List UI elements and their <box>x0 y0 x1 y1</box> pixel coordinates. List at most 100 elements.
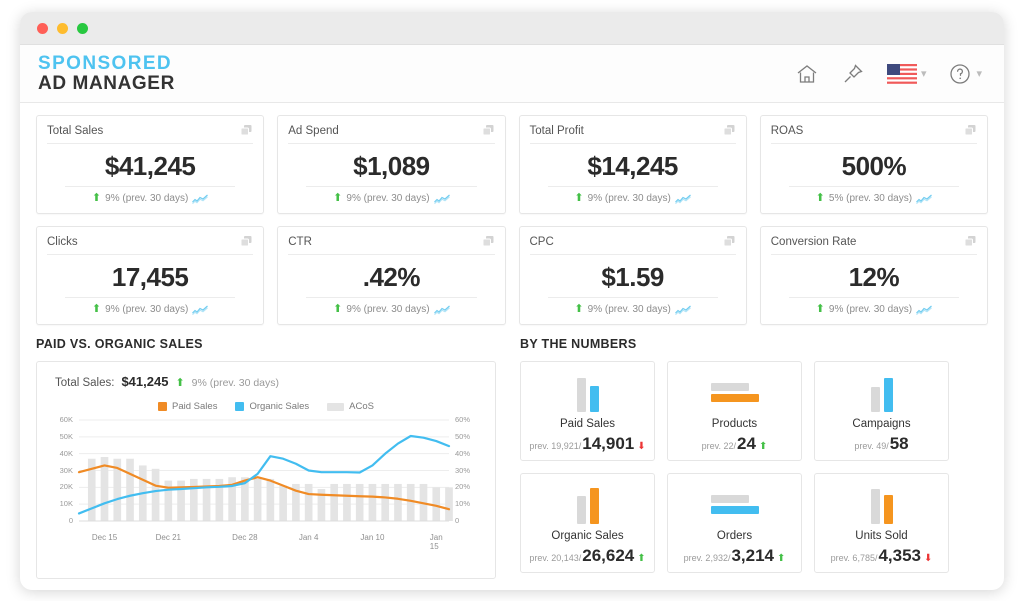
kpi-title: CPC <box>530 236 554 248</box>
trend-up-icon: ⬆ <box>574 304 583 315</box>
y-axis-tick-left: 50K <box>47 432 73 441</box>
copy-icon[interactable] <box>964 124 977 137</box>
flag-icon <box>887 64 917 84</box>
kpi-card[interactable]: ROAS500%⬆5% (prev. 30 days) <box>760 115 988 214</box>
metric-tile[interactable]: Productsprev. 22/24⬆ <box>667 361 802 461</box>
metric-tile[interactable]: Paid Salesprev. 19,921/14,901⬇ <box>520 361 655 461</box>
kpi-value: $1.59 <box>530 255 736 297</box>
acos-bar <box>394 484 402 521</box>
legend-label: Organic Sales <box>249 401 309 412</box>
legend-item[interactable]: Organic Sales <box>235 401 309 412</box>
chevron-down-icon: ▾ <box>976 67 982 80</box>
copy-icon[interactable] <box>723 124 736 137</box>
chart-legend: Paid Sales Organic Sales ACoS <box>47 401 485 412</box>
acos-bar <box>190 479 198 521</box>
metric-tile[interactable]: Organic Salesprev. 20,143/26,624⬆ <box>520 473 655 573</box>
tile-previous-value: prev. 6,785/ <box>831 553 878 563</box>
kpi-card[interactable]: Conversion Rate12%⬆9% (prev. 30 days) <box>760 226 988 325</box>
x-axis-tick: Dec 28 <box>232 533 257 542</box>
metric-tile[interactable]: Units Soldprev. 6,785/4,353⬇ <box>814 473 949 573</box>
kpi-card[interactable]: Total Sales$41,245⬆9% (prev. 30 days) <box>36 115 264 214</box>
chart-x-axis: Dec 15Dec 21Dec 28Jan 4Jan 10Jan 15 <box>79 533 449 545</box>
tile-bar <box>590 386 599 412</box>
x-axis-tick: Dec 15 <box>92 533 117 542</box>
kpi-change: 9% (prev. 30 days) <box>588 193 671 204</box>
kpi-value: 17,455 <box>47 255 253 297</box>
y-axis-tick-left: 0 <box>47 516 73 525</box>
help-button[interactable]: ▾ <box>948 62 982 86</box>
acos-bar <box>279 486 287 521</box>
kpi-card-footer: ⬆9% (prev. 30 days) <box>306 186 476 204</box>
kpi-title: Ad Spend <box>288 125 339 137</box>
dashboard-content: Total Sales$41,245⬆9% (prev. 30 days)Ad … <box>20 103 1004 579</box>
kpi-card-footer: ⬆5% (prev. 30 days) <box>789 186 959 204</box>
y-axis-tick-right: 0 <box>455 516 481 525</box>
kpi-value: 12% <box>771 255 977 297</box>
series-line <box>79 436 449 513</box>
legend-item[interactable]: ACoS <box>327 401 374 412</box>
tile-bar <box>577 378 586 412</box>
copy-icon[interactable] <box>964 235 977 248</box>
trend-up-icon: ⬆ <box>777 553 785 564</box>
numbers-section-heading: BY THE NUMBERS <box>520 337 988 351</box>
tile-values: prev. 20,143/26,624⬆ <box>529 546 645 566</box>
y-axis-tick-right: 20% <box>455 482 481 491</box>
copy-icon[interactable] <box>240 235 253 248</box>
tile-label: Campaigns <box>852 418 910 430</box>
home-button[interactable] <box>795 62 819 86</box>
kpi-card-header: Total Profit <box>530 124 736 144</box>
sales-chart-card: Total Sales: $41,245 ⬆ 9% (prev. 30 days… <box>36 361 496 579</box>
sparkline-icon <box>434 194 450 204</box>
home-icon <box>795 62 819 86</box>
kpi-card[interactable]: CTR.42%⬆9% (prev. 30 days) <box>277 226 505 325</box>
tile-bar <box>711 495 749 503</box>
language-selector[interactable]: ▾ <box>887 64 927 84</box>
kpi-card-header: CTR <box>288 235 494 255</box>
kpi-card-footer: ⬆9% (prev. 30 days) <box>306 297 476 315</box>
copy-icon[interactable] <box>482 235 495 248</box>
legend-item[interactable]: Paid Sales <box>158 401 217 412</box>
metric-tile[interactable]: Campaignsprev. 49/58 <box>814 361 949 461</box>
kpi-change: 9% (prev. 30 days) <box>588 304 671 315</box>
kpi-card[interactable]: Ad Spend$1,089⬆9% (prev. 30 days) <box>277 115 505 214</box>
kpi-card[interactable]: Clicks17,455⬆9% (prev. 30 days) <box>36 226 264 325</box>
kpi-card-footer: ⬆9% (prev. 30 days) <box>65 186 235 204</box>
logo-line-top: SPONSORED <box>38 54 175 74</box>
y-axis-tick-right: 40% <box>455 449 481 458</box>
y-axis-tick-left: 30K <box>47 466 73 475</box>
kpi-card-header: Conversion Rate <box>771 235 977 255</box>
window-close-button[interactable] <box>37 23 48 34</box>
tile-bar <box>711 394 759 402</box>
metric-tile[interactable]: Ordersprev. 2,932/3,214⬆ <box>667 473 802 573</box>
legend-swatch <box>327 403 344 411</box>
tile-previous-value: prev. 2,932/ <box>684 553 731 563</box>
pin-button[interactable] <box>841 62 865 86</box>
kpi-card-footer: ⬆9% (prev. 30 days) <box>789 297 959 315</box>
tile-bar <box>711 506 759 514</box>
sparkline-icon <box>916 305 932 315</box>
y-axis-tick-right: 50% <box>455 432 481 441</box>
y-axis-tick-left: 60K <box>47 415 73 424</box>
copy-icon[interactable] <box>240 124 253 137</box>
copy-icon[interactable] <box>723 235 736 248</box>
acos-bar <box>267 479 275 521</box>
kpi-title: Total Sales <box>47 125 103 137</box>
window-minimize-button[interactable] <box>57 23 68 34</box>
acos-bar <box>343 484 351 521</box>
kpi-value: .42% <box>288 255 494 297</box>
y-axis-tick-right: 30% <box>455 466 481 475</box>
kpi-card[interactable]: CPC $1.59 ⬆ 9% (prev. 30 days) <box>519 226 747 325</box>
acos-bar <box>305 484 313 521</box>
sparkline-icon <box>192 305 208 315</box>
copy-icon[interactable] <box>482 124 495 137</box>
x-axis-tick: Jan 10 <box>360 533 384 542</box>
window-maximize-button[interactable] <box>77 23 88 34</box>
tile-current-value: 3,214 <box>731 546 774 566</box>
kpi-card-footer: ⬆9% (prev. 30 days) <box>548 186 718 204</box>
tile-bar-chart <box>871 484 893 524</box>
chart-panel: PAID VS. ORGANIC SALES Total Sales: $41,… <box>36 337 496 579</box>
trend-up-icon: ⬆ <box>175 378 184 389</box>
kpi-row-2: Clicks17,455⬆9% (prev. 30 days)CTR.42%⬆9… <box>36 226 988 325</box>
kpi-card[interactable]: Total Profit$14,245⬆9% (prev. 30 days) <box>519 115 747 214</box>
app-logo[interactable]: SPONSORED AD MANAGER <box>38 54 175 94</box>
